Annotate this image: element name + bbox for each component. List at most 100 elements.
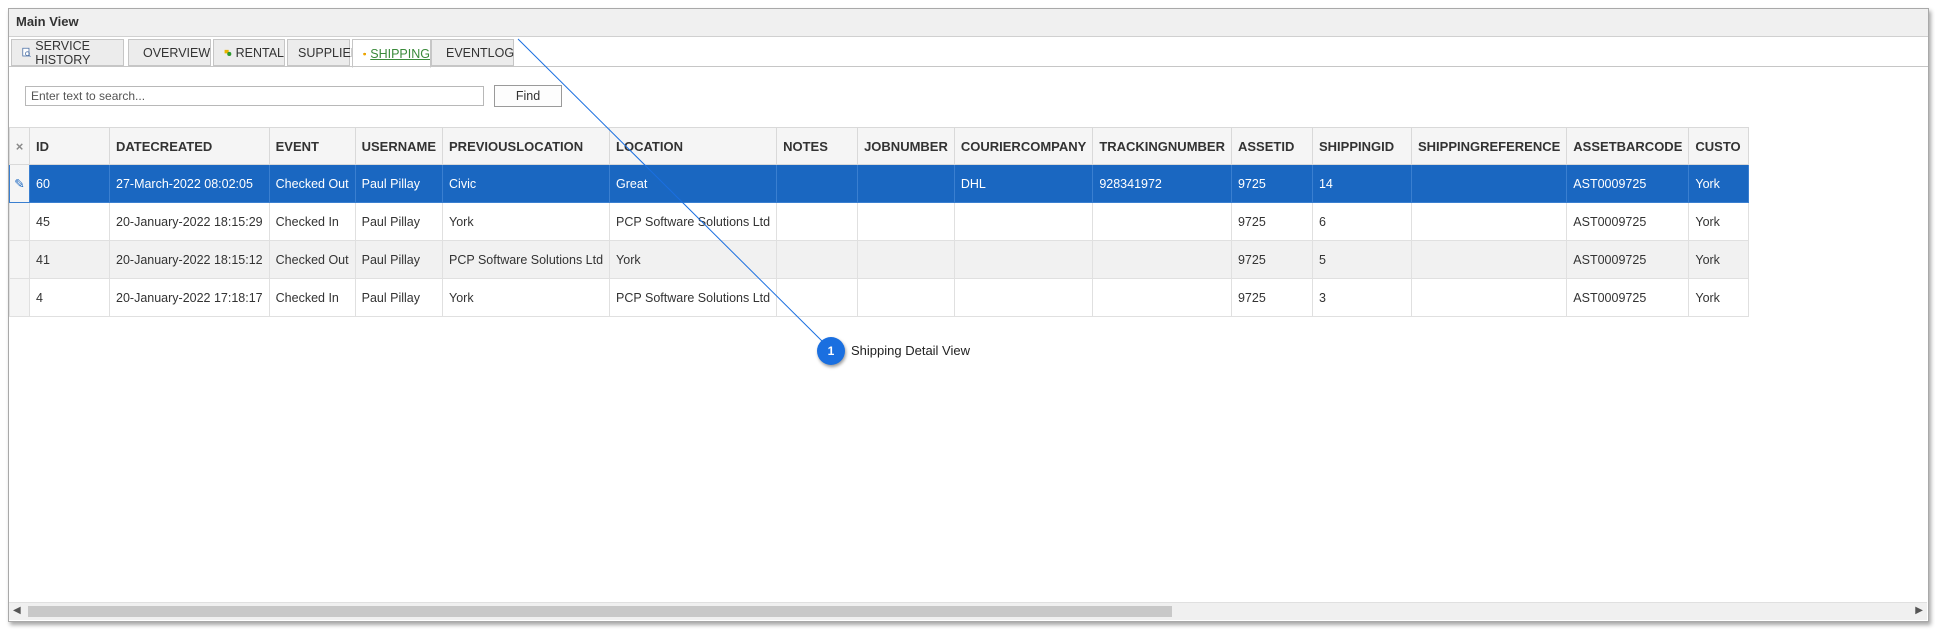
cell[interactable]	[857, 202, 955, 241]
cell[interactable]: 45	[29, 202, 110, 241]
cell[interactable]: PCP Software Solutions Ltd	[609, 278, 778, 317]
table-row[interactable]: ✎ 60 27-March-2022 08:02:05 Checked Out …	[9, 164, 1750, 203]
column-header-assetbarcode[interactable]: ASSETBARCODE	[1566, 127, 1690, 165]
horizontal-scrollbar[interactable]: ◀ ▶	[9, 602, 1927, 620]
cell[interactable]: AST0009725	[1566, 240, 1690, 279]
cell[interactable]	[776, 202, 859, 241]
column-header-shippingreference[interactable]: SHIPPINGREFERENCE	[1410, 127, 1568, 165]
column-header-location[interactable]: LOCATION	[609, 127, 778, 165]
cell[interactable]: 14	[1311, 164, 1412, 203]
scrollbar-thumb[interactable]	[28, 606, 1172, 617]
clear-filter-icon[interactable]: ×	[9, 127, 30, 165]
cell[interactable]: 27-March-2022 08:02:05	[109, 164, 270, 203]
title-bar: Main View	[9, 9, 1928, 37]
cell[interactable]: York	[442, 278, 611, 317]
cell[interactable]: Paul Pillay	[354, 278, 444, 317]
cell[interactable]: Paul Pillay	[354, 164, 444, 203]
cell[interactable]: Checked Out	[268, 240, 356, 279]
cell[interactable]: AST0009725	[1566, 278, 1690, 317]
cell[interactable]	[1410, 278, 1568, 317]
cell[interactable]: PCP Software Solutions Ltd	[442, 240, 611, 279]
cell[interactable]	[1410, 202, 1568, 241]
cell[interactable]: 9725	[1230, 164, 1313, 203]
cell[interactable]: 9725	[1230, 278, 1313, 317]
cell[interactable]	[857, 278, 955, 317]
cell[interactable]	[1092, 278, 1232, 317]
cell[interactable]: Paul Pillay	[354, 202, 444, 241]
tab-overview[interactable]: OVERVIEW	[128, 39, 211, 66]
column-header-datecreated[interactable]: DATECREATED	[109, 127, 270, 165]
cell[interactable]: York	[1688, 278, 1750, 317]
cell[interactable]: Checked In	[268, 202, 356, 241]
table-row[interactable]: 45 20-January-2022 18:15:29 Checked In P…	[9, 202, 1750, 241]
cell[interactable]: York	[1688, 240, 1750, 279]
cell[interactable]	[776, 240, 859, 279]
cell[interactable]: York	[1688, 164, 1750, 203]
column-header-id[interactable]: ID	[29, 127, 110, 165]
cell[interactable]: DHL	[953, 164, 1094, 203]
cell[interactable]: 928341972	[1092, 164, 1232, 203]
cell[interactable]: Checked In	[268, 278, 356, 317]
cell[interactable]	[953, 240, 1094, 279]
tab-label: EVENTLOG	[446, 45, 515, 60]
column-header-assetid[interactable]: ASSETID	[1230, 127, 1313, 165]
cell[interactable]: 4	[29, 278, 110, 317]
cell[interactable]	[953, 202, 1094, 241]
table-row[interactable]: 4 20-January-2022 17:18:17 Checked In Pa…	[9, 278, 1750, 317]
scroll-right-icon[interactable]: ▶	[1915, 605, 1923, 616]
tab-rental[interactable]: RENTAL	[213, 39, 285, 66]
cell[interactable]: PCP Software Solutions Ltd	[609, 202, 778, 241]
cell[interactable]: 20-January-2022 18:15:12	[109, 240, 270, 279]
cell[interactable]	[1092, 240, 1232, 279]
tab-shipping[interactable]: SHIPPING	[352, 39, 431, 68]
row-indicator	[9, 202, 30, 241]
cell[interactable]	[1092, 202, 1232, 241]
cell[interactable]: Checked Out	[268, 164, 356, 203]
tab-label: OVERVIEW	[143, 45, 211, 60]
cell[interactable]: 41	[29, 240, 110, 279]
cell[interactable]: 9725	[1230, 202, 1313, 241]
cell[interactable]	[953, 278, 1094, 317]
cell[interactable]: 9725	[1230, 240, 1313, 279]
cell[interactable]: AST0009725	[1566, 164, 1690, 203]
cell[interactable]: Paul Pillay	[354, 240, 444, 279]
cell[interactable]	[776, 164, 859, 203]
column-header-jobnumber[interactable]: JOBNUMBER	[857, 127, 955, 165]
cell[interactable]: 3	[1311, 278, 1412, 317]
cell[interactable]: 5	[1311, 240, 1412, 279]
column-header-trackingnumber[interactable]: TRACKINGNUMBER	[1092, 127, 1232, 165]
cell[interactable]	[1410, 240, 1568, 279]
column-header-notes[interactable]: NOTES	[776, 127, 859, 165]
search-input[interactable]	[25, 86, 484, 106]
cell[interactable]	[1410, 164, 1568, 203]
cell[interactable]	[776, 278, 859, 317]
column-header-previouslocation[interactable]: PREVIOUSLOCATION	[442, 127, 611, 165]
main-view-window: Main View SERVICE HISTORY OVERVIEW RENTA…	[8, 8, 1929, 622]
column-header-shippingid[interactable]: SHIPPINGID	[1311, 127, 1412, 165]
table-row[interactable]: 41 20-January-2022 18:15:12 Checked Out …	[9, 240, 1750, 279]
scroll-left-icon[interactable]: ◀	[13, 605, 21, 616]
cell[interactable]: AST0009725	[1566, 202, 1690, 241]
tab-supplier[interactable]: SUPPLIER	[287, 39, 360, 66]
tab-service-history[interactable]: SERVICE HISTORY	[11, 39, 124, 67]
column-header-custo[interactable]: CUSTO	[1688, 127, 1750, 165]
cell[interactable]: Great	[609, 164, 778, 203]
tab-label: SUPPLIER	[298, 45, 360, 60]
edit-pencil-icon: ✎	[9, 164, 30, 203]
cell[interactable]: Civic	[442, 164, 611, 203]
cell[interactable]: York	[609, 240, 778, 279]
cell[interactable]: 20-January-2022 17:18:17	[109, 278, 270, 317]
tab-eventlog[interactable]: EVENTLOG	[431, 39, 514, 66]
cell[interactable]	[857, 240, 955, 279]
cell[interactable]	[857, 164, 955, 203]
column-header-event[interactable]: EVENT	[268, 127, 356, 165]
find-button[interactable]: Find	[494, 85, 562, 107]
cell[interactable]: York	[1688, 202, 1750, 241]
callout-label: Shipping Detail View	[851, 343, 970, 358]
cell[interactable]: York	[442, 202, 611, 241]
cell[interactable]: 6	[1311, 202, 1412, 241]
column-header-couriercompany[interactable]: COURIERCOMPANY	[953, 127, 1094, 165]
cell[interactable]: 60	[29, 164, 110, 203]
column-header-username[interactable]: USERNAME	[354, 127, 444, 165]
cell[interactable]: 20-January-2022 18:15:29	[109, 202, 270, 241]
